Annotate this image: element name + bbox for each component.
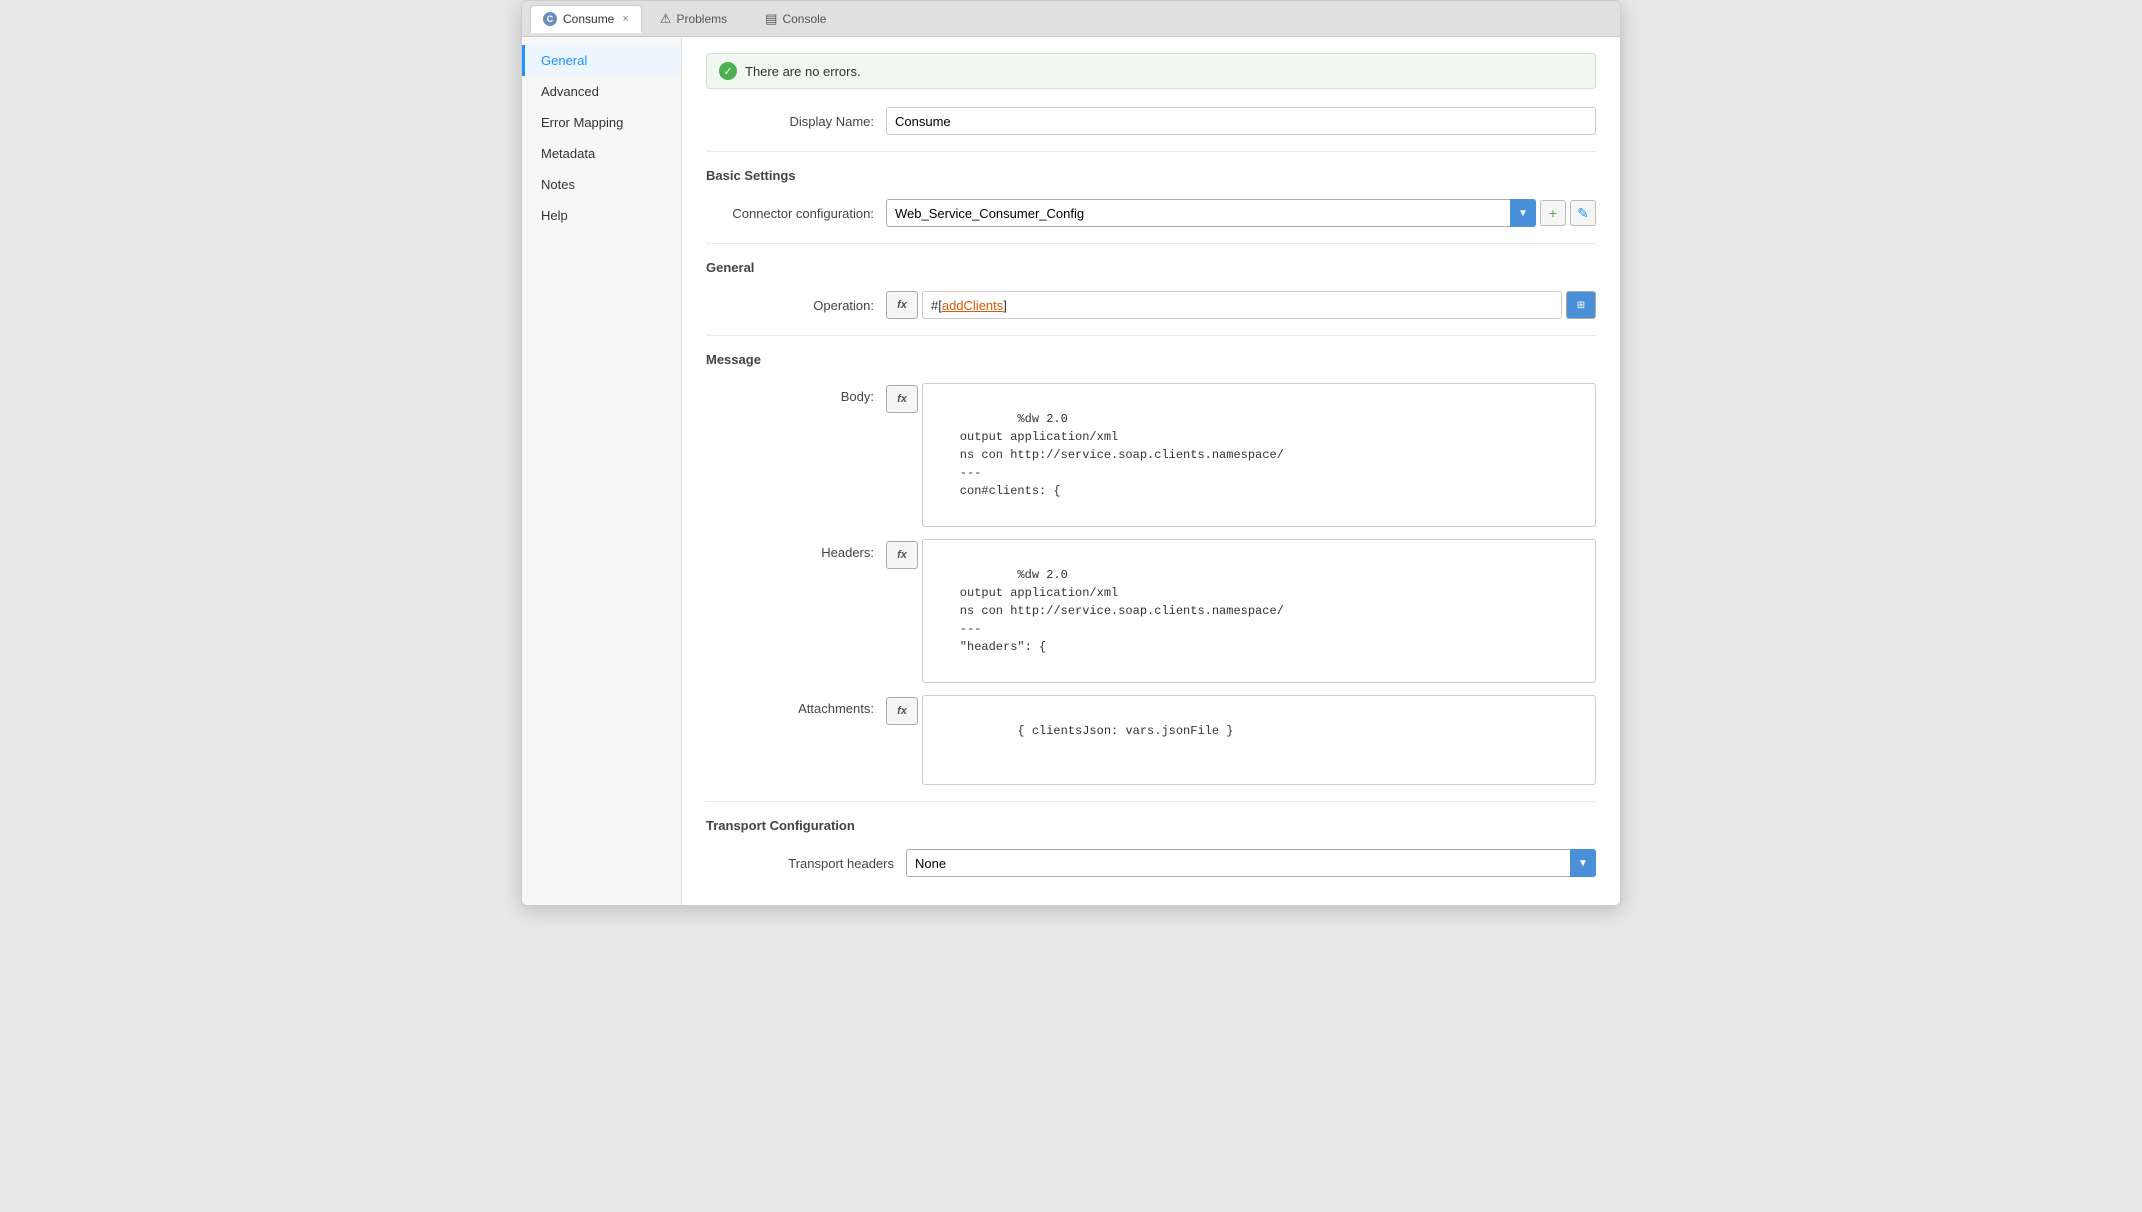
transport-headers-label: Transport headers — [706, 856, 906, 871]
operation-fx-button[interactable]: fx — [886, 291, 918, 319]
display-name-input[interactable] — [886, 107, 1596, 135]
operation-value[interactable]: addClients — [942, 298, 1003, 313]
connector-config-row: Connector configuration: Web_Service_Con… — [706, 199, 1596, 227]
tab-problems-label: Problems — [676, 12, 727, 26]
operation-row: Operation: fx #[ addClients ] ⊞ — [706, 291, 1596, 319]
operation-field[interactable]: #[ addClients ] — [922, 291, 1562, 319]
transport-section-title: Transport Configuration — [706, 818, 1596, 837]
tab-problems[interactable]: ⚠ Problems — [650, 7, 737, 31]
sidebar-item-general[interactable]: General — [522, 45, 681, 76]
attachments-editor[interactable]: { clientsJson: vars.jsonFile } — [922, 695, 1596, 785]
body-label: Body: — [706, 383, 886, 404]
tab-consume-close[interactable]: × — [622, 13, 628, 25]
console-icon: ▤ — [765, 11, 777, 27]
attachments-fx-label: fx — [897, 705, 907, 717]
divider-2 — [706, 243, 1596, 244]
body-editor[interactable]: %dw 2.0 output application/xml ns con ht… — [922, 383, 1596, 527]
status-text: There are no errors. — [745, 64, 861, 79]
fx-label: fx — [897, 299, 907, 311]
headers-fx-label: fx — [897, 549, 907, 561]
sidebar-item-notes[interactable]: Notes — [522, 169, 681, 200]
attachments-code: { clientsJson: vars.jsonFile } — [1017, 724, 1233, 738]
headers-editor[interactable]: %dw 2.0 output application/xml ns con ht… — [922, 539, 1596, 683]
tab-consume[interactable]: C Consume × — [530, 5, 642, 33]
headers-code: %dw 2.0 output application/xml ns con ht… — [931, 568, 1284, 654]
tab-console-label: Console — [782, 12, 826, 26]
divider-1 — [706, 151, 1596, 152]
add-config-button[interactable]: + — [1540, 200, 1566, 226]
connector-config-select[interactable]: Web_Service_Consumer_Config — [886, 199, 1536, 227]
body-fx-label: fx — [897, 393, 907, 405]
headers-label: Headers: — [706, 539, 886, 560]
display-name-row: Display Name: — [706, 107, 1596, 135]
attachments-fx-button[interactable]: fx — [886, 697, 918, 725]
connector-config-select-wrapper: Web_Service_Consumer_Config ▼ — [886, 199, 1536, 227]
sidebar: General Advanced Error Mapping Metadata … — [522, 37, 682, 905]
status-bar: ✓ There are no errors. — [706, 53, 1596, 89]
body-fx-button[interactable]: fx — [886, 385, 918, 413]
expression-map-icon: ⊞ — [1577, 300, 1585, 311]
expression-map-button[interactable]: ⊞ — [1566, 291, 1596, 319]
problems-icon: ⚠ — [660, 11, 672, 27]
tab-consume-label: Consume — [563, 12, 614, 26]
message-section-title: Message — [706, 352, 1596, 371]
sidebar-item-help[interactable]: Help — [522, 200, 681, 231]
transport-headers-select[interactable]: None — [906, 849, 1596, 877]
edit-config-button[interactable]: ✎ — [1570, 200, 1596, 226]
general-section-title: General — [706, 260, 1596, 279]
tab-console[interactable]: ▤ Console — [755, 7, 836, 31]
consume-tab-icon: C — [543, 12, 557, 26]
transport-headers-row: Transport headers None ▼ — [706, 849, 1596, 877]
headers-fx-button[interactable]: fx — [886, 541, 918, 569]
tab-bar: C Consume × ⚠ Problems ▤ Console — [522, 1, 1620, 37]
transport-headers-select-wrapper: None ▼ — [906, 849, 1596, 877]
attachments-label: Attachments: — [706, 695, 886, 716]
display-name-label: Display Name: — [706, 114, 886, 129]
divider-3 — [706, 335, 1596, 336]
basic-settings-title: Basic Settings — [706, 168, 1596, 187]
connector-config-label: Connector configuration: — [706, 206, 886, 221]
sidebar-item-advanced[interactable]: Advanced — [522, 76, 681, 107]
operation-label: Operation: — [706, 298, 886, 313]
body-code: %dw 2.0 output application/xml ns con ht… — [931, 412, 1284, 498]
edit-config-icon: ✎ — [1577, 205, 1589, 222]
sidebar-item-metadata[interactable]: Metadata — [522, 138, 681, 169]
sidebar-item-error-mapping[interactable]: Error Mapping — [522, 107, 681, 138]
add-config-icon: + — [1549, 205, 1557, 221]
divider-4 — [706, 801, 1596, 802]
headers-row: Headers: fx %dw 2.0 output application/x… — [706, 539, 1596, 683]
body-row: Body: fx %dw 2.0 output application/xml … — [706, 383, 1596, 527]
content-area: ✓ There are no errors. Display Name: Bas… — [682, 37, 1620, 905]
attachments-row: Attachments: fx { clientsJson: vars.json… — [706, 695, 1596, 785]
status-icon: ✓ — [719, 62, 737, 80]
